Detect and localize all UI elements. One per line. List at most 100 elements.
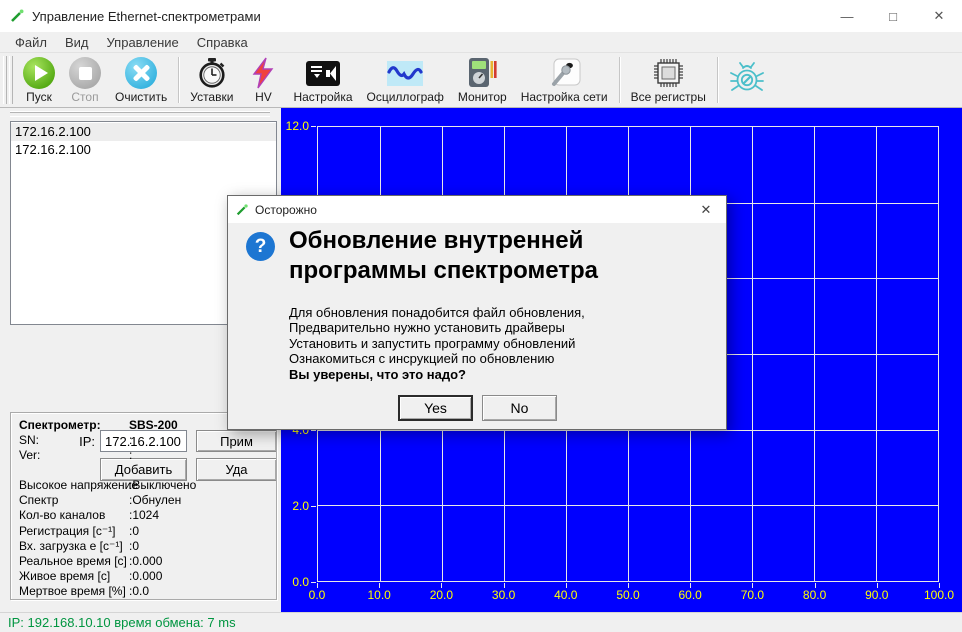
- setpoints-button[interactable]: Уставки: [183, 53, 240, 107]
- y-tick: [311, 506, 316, 507]
- clear-button[interactable]: Очистить: [108, 53, 174, 107]
- info-spacer: [19, 463, 276, 478]
- list-item[interactable]: 172.16.2.100: [11, 141, 276, 159]
- x-tick-label: 90.0: [857, 588, 897, 602]
- menu-file[interactable]: Файл: [6, 33, 56, 52]
- info-value: :0.000: [129, 569, 162, 584]
- bug-wrench-icon: [729, 57, 765, 101]
- info-value: :Выключено: [129, 478, 196, 493]
- info-label: SN:: [19, 433, 129, 448]
- info-value: :: [129, 448, 132, 463]
- dialog-line: Ознакомиться с инсрукцией по обновлению: [289, 351, 585, 366]
- dialog-titlebar: Осторожно ✕: [228, 196, 726, 223]
- app-wand-icon: [9, 8, 25, 24]
- info-label: Реальное время [c]: [19, 554, 129, 569]
- y-tick-label: 0.0: [281, 575, 309, 589]
- info-value: :Обнулен: [129, 493, 181, 508]
- no-button[interactable]: No: [482, 395, 557, 421]
- monitor-button[interactable]: Монитор: [451, 53, 514, 107]
- status-text: IP: 192.168.10.10 время обмена: 7 ms: [8, 615, 236, 630]
- oscilloscope-button[interactable]: Осциллограф: [360, 53, 451, 107]
- info-value: :0.000: [129, 554, 162, 569]
- settings-button[interactable]: Настройка: [286, 53, 359, 107]
- info-label: Высокое напряжение: [19, 478, 129, 493]
- output-settings-icon: [306, 57, 340, 89]
- dialog-question: Вы уверены, что это надо?: [289, 367, 585, 382]
- question-icon: ?: [246, 232, 275, 261]
- dialog-close-button[interactable]: ✕: [686, 196, 726, 223]
- x-tick-label: 30.0: [484, 588, 524, 602]
- y-tick: [311, 430, 316, 431]
- y-tick-label: 2.0: [281, 499, 309, 513]
- info-label: Вх. загрузка е [c⁻¹]: [19, 539, 129, 554]
- menu-view[interactable]: Вид: [56, 33, 98, 52]
- debug-button[interactable]: [722, 53, 772, 107]
- titlebar: Управление Ethernet-спектрометрами — □ ✕: [0, 0, 962, 32]
- panel-grip[interactable]: [10, 112, 270, 117]
- window-title: Управление Ethernet-спектрометрами: [32, 9, 261, 24]
- oscilloscope-wave-icon: [387, 57, 423, 89]
- warning-dialog: Осторожно ✕ ? Обновление внутренней прог…: [227, 195, 727, 430]
- all-registers-button[interactable]: Все регистры: [624, 53, 713, 107]
- stop-button[interactable]: Стоп: [62, 53, 108, 107]
- info-value: :0.0: [129, 584, 149, 599]
- info-value: :0: [129, 539, 139, 554]
- menubar: Файл Вид Управление Справка: [0, 32, 962, 53]
- x-tick-label: 40.0: [546, 588, 586, 602]
- lightning-icon: [251, 57, 275, 89]
- dialog-body: Для обновления понадобится файл обновлен…: [289, 305, 585, 382]
- x-tick-label: 0.0: [297, 588, 337, 602]
- menu-control[interactable]: Управление: [98, 33, 188, 52]
- info-label: Регистрация [c⁻¹]: [19, 524, 129, 539]
- chip-icon: [651, 57, 685, 89]
- info-label: Спектр: [19, 493, 129, 508]
- dialog-heading: Обновление внутренней программы спектром…: [289, 226, 629, 286]
- dialog-line: Предварительно нужно установить драйверы: [289, 320, 585, 335]
- menu-help[interactable]: Справка: [188, 33, 257, 52]
- info-label: Кол-во каналов: [19, 508, 129, 523]
- multimeter-icon: [467, 57, 497, 89]
- dialog-line: Установить и запустить программу обновле…: [289, 336, 585, 351]
- play-icon: [23, 57, 55, 89]
- gridline: [318, 505, 938, 506]
- toolbar-grip[interactable]: [3, 56, 7, 104]
- info-label: Спектрометр:: [19, 418, 129, 433]
- toolbar-separator: [619, 57, 620, 103]
- main-window: Управление Ethernet-спектрометрами — □ ✕…: [0, 0, 962, 632]
- maximize-button[interactable]: □: [870, 0, 916, 32]
- info-value: :1024: [129, 508, 159, 523]
- clear-icon: [125, 57, 157, 89]
- stopwatch-icon: [197, 57, 227, 89]
- info-value: :0: [129, 524, 139, 539]
- x-tick-label: 10.0: [359, 588, 399, 602]
- x-tick-label: 80.0: [795, 588, 835, 602]
- dialog-wand-icon: [235, 203, 249, 217]
- toolbar-separator: [178, 57, 179, 103]
- toolbar: Пуск Стоп Очистить Уставки HV: [0, 53, 962, 108]
- spectrometer-info-panel: Спектрометр:SBS-200 SN:: Ver:: Высокое н…: [10, 412, 277, 600]
- toolbar-separator: [717, 57, 718, 103]
- y-tick: [311, 126, 316, 127]
- x-tick-label: 50.0: [608, 588, 648, 602]
- yes-button[interactable]: Yes: [398, 395, 473, 421]
- info-value: :: [129, 433, 132, 448]
- network-settings-button[interactable]: Настройка сети: [514, 53, 615, 107]
- dialog-title: Осторожно: [255, 203, 317, 217]
- y-tick: [311, 582, 316, 583]
- x-tick-label: 100.0: [919, 588, 959, 602]
- x-tick-label: 20.0: [421, 588, 461, 602]
- minimize-button[interactable]: —: [824, 0, 870, 32]
- y-tick-label: 12.0: [281, 119, 309, 133]
- network-key-icon: [547, 57, 581, 89]
- x-tick-label: 60.0: [670, 588, 710, 602]
- close-button[interactable]: ✕: [916, 0, 962, 32]
- start-button[interactable]: Пуск: [16, 53, 62, 107]
- info-label: Мертвое время [%]: [19, 584, 129, 599]
- info-label: Ver:: [19, 448, 129, 463]
- hv-button[interactable]: HV: [240, 53, 286, 107]
- list-item[interactable]: 172.16.2.100: [11, 123, 276, 141]
- toolbar-grip[interactable]: [9, 56, 13, 104]
- info-value: SBS-200: [129, 418, 178, 433]
- stop-icon: [69, 57, 101, 89]
- statusbar: IP: 192.168.10.10 время обмена: 7 ms: [0, 612, 962, 632]
